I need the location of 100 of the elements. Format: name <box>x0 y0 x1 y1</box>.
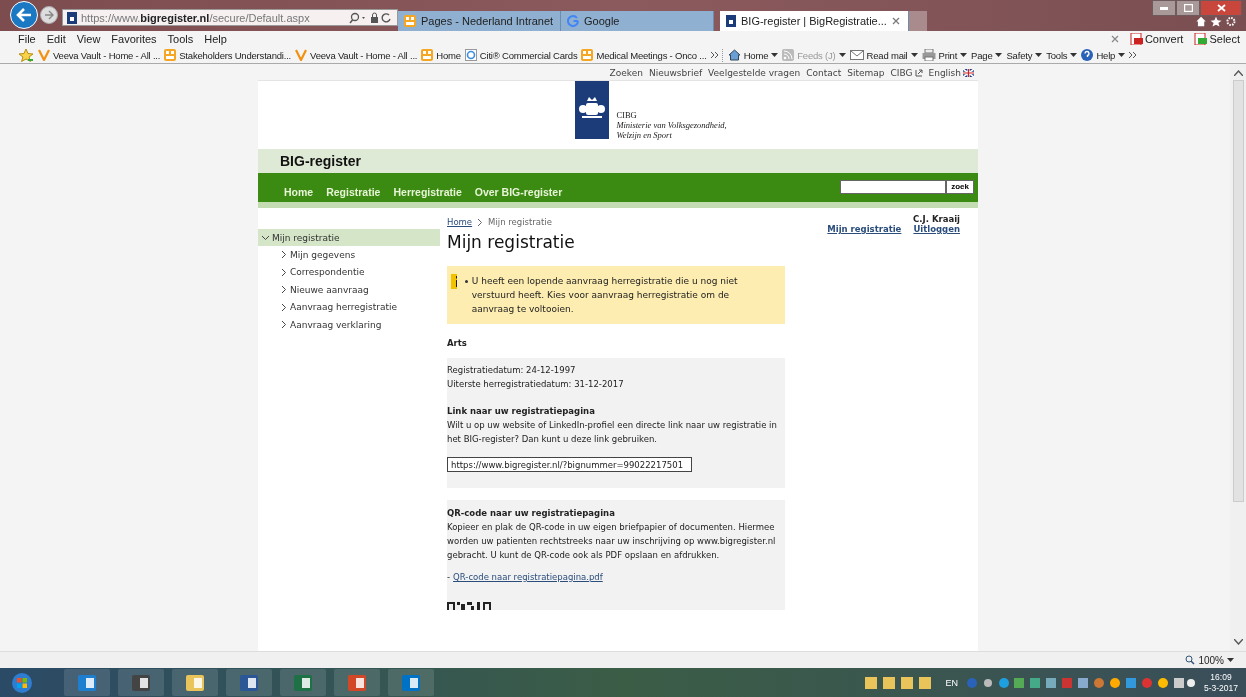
info-icon <box>451 274 457 289</box>
magnifier-icon <box>1185 655 1196 665</box>
pdf-link[interactable]: QR-code naar registratiepagina.pdf <box>453 570 603 584</box>
minimize-button[interactable] <box>1152 0 1176 16</box>
browser-tab[interactable]: Pages - Nederland Intranet <box>398 11 561 31</box>
header-link[interactable]: Sitemap <box>847 67 885 78</box>
caret-icon <box>995 53 1003 57</box>
menu-item[interactable]: View <box>76 33 101 45</box>
taskbar-app-icon[interactable] <box>280 669 326 696</box>
sidebar-item[interactable]: Aanvraag herregistratie <box>258 298 440 316</box>
header-link[interactable]: English <box>928 67 974 78</box>
v-logo-icon <box>295 49 308 61</box>
section-text: Kopieer en plak de QR-code in uw eigen briefpapier of documenten. Hiermee worden uw patienten rechtstreeks naar uw inschrijving op www.bigregister.nl gebracht. U kunt de QR-code ook als PDF opslaan en afdrukken. <box>447 521 777 562</box>
command-button[interactable]: Home <box>727 49 779 61</box>
address-tools-icon[interactable] <box>349 11 393 24</box>
command-button[interactable]: Page <box>971 49 1003 61</box>
menu-item[interactable]: Help <box>204 33 227 45</box>
taskbar-app-icon[interactable] <box>172 669 218 696</box>
menu-item[interactable]: Edit <box>46 33 66 45</box>
site-title: BIG-register <box>280 153 361 169</box>
site-favicon-icon <box>67 11 77 24</box>
toolbar-button[interactable]: Select <box>1194 33 1240 45</box>
close-icon[interactable] <box>891 17 900 25</box>
mail-icon <box>849 50 864 60</box>
favorite-link[interactable]: Stakeholders Understandi... <box>164 49 292 61</box>
user-link[interactable]: Mijn registratie <box>827 224 902 234</box>
back-button[interactable] <box>10 1 38 29</box>
forward-button[interactable] <box>40 6 58 24</box>
taskbar-app-icon[interactable] <box>226 669 272 696</box>
header-link[interactable]: Zoeken <box>609 67 643 78</box>
user-link[interactable]: Uitloggen <box>913 224 960 234</box>
scrollbar[interactable] <box>1230 64 1246 651</box>
favorite-link[interactable]: Home <box>421 49 461 61</box>
nav-link[interactable]: Registratie <box>326 177 381 198</box>
more-favorites-icon[interactable] <box>710 52 718 58</box>
notice-text: U heeft een lopende aanvraag herregistratie die u nog niet verstuurd heeft. Kies voor aanvraag herregistratie om de aanvraag te voltooien. <box>463 274 781 316</box>
search-field[interactable] <box>840 179 947 194</box>
zoom-control[interactable]: 100% <box>1185 654 1234 666</box>
section-title: Link naar uw registratiepagina <box>447 405 596 418</box>
uk-flag-icon <box>963 68 974 77</box>
sidebar-item[interactable]: Mijn registratie <box>258 229 440 246</box>
menu-item[interactable]: File <box>18 33 36 45</box>
chevron-icon <box>280 321 287 329</box>
favorite-link[interactable]: Veeva Vault - Home - All ... <box>295 49 418 61</box>
v-logo-icon <box>38 49 50 61</box>
more-commands-icon[interactable] <box>1129 52 1137 58</box>
user-name: C.J. Kraaij <box>913 214 960 224</box>
language-indicator[interactable]: EN <box>945 677 958 688</box>
scroll-thumb[interactable] <box>1232 80 1244 502</box>
forward-arrow-icon <box>44 10 54 20</box>
taskbar-app-icon[interactable] <box>388 669 434 696</box>
search-button[interactable]: zoek <box>946 179 974 194</box>
breadcrumb-link[interactable]: Home <box>447 217 473 227</box>
page-heading: Mijn registratie <box>447 232 576 252</box>
command-button[interactable]: Read mail <box>849 49 918 61</box>
command-button[interactable]: Tools <box>1046 49 1078 61</box>
sidebar-item[interactable]: Mijn gegevens <box>258 246 440 264</box>
section-title: QR-code naar uw registratiepagina <box>447 507 616 520</box>
favorite-link[interactable]: Medical Meetings - Onco ... <box>581 49 707 61</box>
link-field[interactable]: https://www.bigregister.nl/?bignummer=99022217501 <box>447 457 692 472</box>
header-link[interactable]: Contact <box>806 67 842 78</box>
favorite-link[interactable]: Citi® Commercial Cards <box>464 49 578 61</box>
close-icon[interactable] <box>1110 35 1119 43</box>
command-button[interactable]: Safety <box>1006 49 1043 61</box>
menu-item[interactable]: Tools <box>167 33 194 45</box>
restore-button[interactable] <box>1176 0 1200 16</box>
sidebar-item[interactable]: Nieuwe aanvraag <box>258 281 440 299</box>
caret-icon <box>910 53 918 57</box>
browser-tab[interactable]: BIG-register | BigRegistratie... <box>720 11 909 31</box>
scroll-up-icon[interactable] <box>1233 70 1243 76</box>
pages-icon <box>404 15 416 27</box>
sidebar-item[interactable]: Aanvraag verklaring <box>258 316 440 334</box>
registration-date: Registratiedatum: 24-12-1997 <box>447 364 577 377</box>
breadcrumb-current: Mijn registratie <box>488 217 552 227</box>
nav-link[interactable]: Over BIG-register <box>474 177 563 198</box>
start-button[interactable] <box>10 670 34 695</box>
command-button[interactable]: Print <box>921 49 968 61</box>
sidebar-item[interactable]: Correspondentie <box>258 263 440 281</box>
back-arrow-icon <box>16 8 32 22</box>
header-link[interactable]: Nieuwsbrief <box>648 67 703 78</box>
browser-tab[interactable]: Google <box>561 11 714 31</box>
close-button[interactable] <box>1200 0 1242 16</box>
taskbar-clock[interactable]: 16:09 5-3-2017 <box>1203 671 1238 694</box>
scroll-down-icon[interactable] <box>1233 639 1243 645</box>
caret-icon <box>1227 658 1234 662</box>
taskbar-app-icon[interactable] <box>334 669 380 696</box>
address-bar[interactable]: https://www.bigregister.nl/secure/Default.aspx <box>62 9 398 26</box>
command-button[interactable]: Help <box>1081 49 1126 61</box>
toolbar-button[interactable]: Convert <box>1129 33 1184 45</box>
menu-item[interactable]: Favorites <box>111 33 157 45</box>
favorite-link[interactable]: Veeva Vault - Home - All ... <box>38 49 161 61</box>
chevron-icon <box>280 286 287 294</box>
header-link[interactable]: CIBG <box>890 67 923 78</box>
taskbar-app-icon[interactable] <box>118 669 164 696</box>
taskbar-app-icon[interactable] <box>64 669 110 696</box>
favorites-star-icon[interactable] <box>18 48 34 62</box>
nav-link[interactable]: Home <box>284 177 314 198</box>
nav-link[interactable]: Herregistratie <box>393 177 462 198</box>
header-link[interactable]: Veelgestelde vragen <box>708 67 801 78</box>
tray-icons-drawing[interactable] <box>965 675 1196 690</box>
